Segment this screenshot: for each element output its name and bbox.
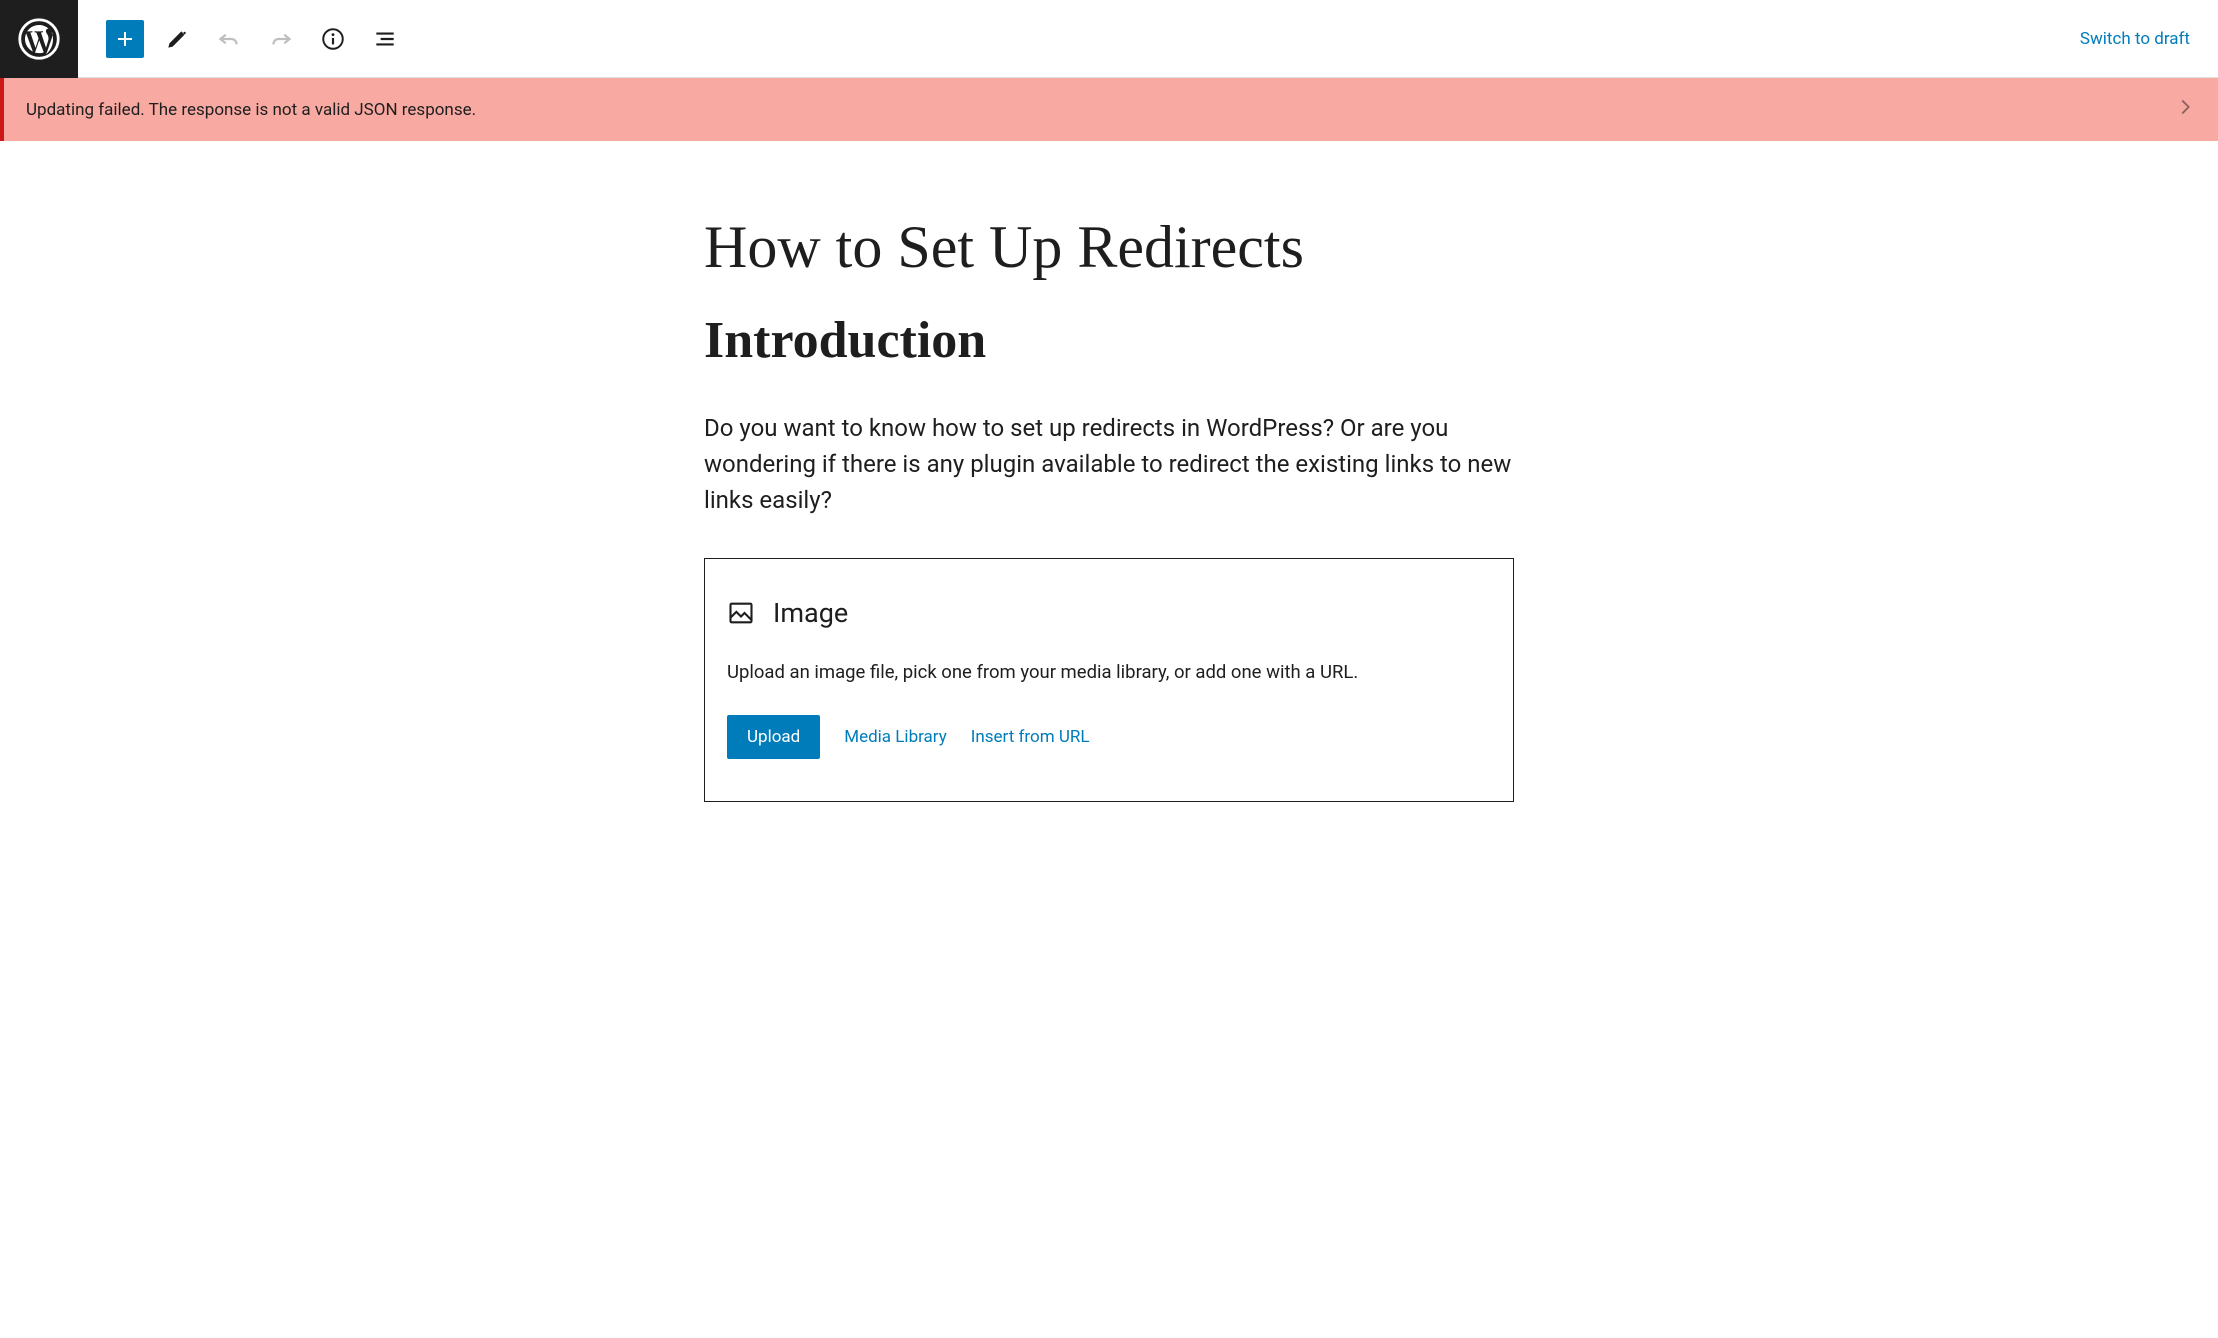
image-block-actions: Upload Media Library Insert from URL	[727, 715, 1491, 759]
editor-topbar: Switch to draft	[0, 0, 2218, 78]
image-icon	[727, 599, 755, 627]
error-banner: Updating failed. The response is not a v…	[0, 78, 2218, 141]
post-heading[interactable]: Introduction	[704, 311, 1514, 370]
image-block-description: Upload an image file, pick one from your…	[727, 661, 1491, 683]
add-block-button[interactable]	[106, 20, 144, 58]
undo-icon	[216, 26, 242, 52]
image-block-header: Image	[727, 597, 1491, 629]
redo-button[interactable]	[262, 20, 300, 58]
media-library-button[interactable]: Media Library	[844, 727, 947, 747]
undo-button[interactable]	[210, 20, 248, 58]
pencil-icon	[164, 26, 190, 52]
image-block-placeholder[interactable]: Image Upload an image file, pick one fro…	[704, 558, 1514, 802]
switch-to-draft-button[interactable]: Switch to draft	[2080, 29, 2190, 49]
list-view-icon	[372, 26, 398, 52]
redo-icon	[268, 26, 294, 52]
upload-button[interactable]: Upload	[727, 715, 820, 759]
outline-button[interactable]	[366, 20, 404, 58]
info-button[interactable]	[314, 20, 352, 58]
chevron-right-icon	[2174, 96, 2196, 118]
image-block-title: Image	[773, 597, 848, 629]
editor-content: How to Set Up Redirects Introduction Do …	[694, 141, 1524, 842]
plus-icon	[113, 27, 137, 51]
toolbar-right: Switch to draft	[2080, 29, 2218, 49]
error-message: Updating failed. The response is not a v…	[26, 100, 476, 120]
post-title[interactable]: How to Set Up Redirects	[704, 211, 1514, 283]
wordpress-icon	[18, 18, 60, 60]
post-paragraph[interactable]: Do you want to know how to set up redire…	[704, 410, 1514, 518]
edit-tool-button[interactable]	[158, 20, 196, 58]
toolbar-left	[78, 20, 404, 58]
info-icon	[320, 26, 346, 52]
wordpress-logo[interactable]	[0, 0, 78, 78]
insert-from-url-button[interactable]: Insert from URL	[971, 727, 1090, 747]
error-dismiss-button[interactable]	[2174, 96, 2196, 123]
